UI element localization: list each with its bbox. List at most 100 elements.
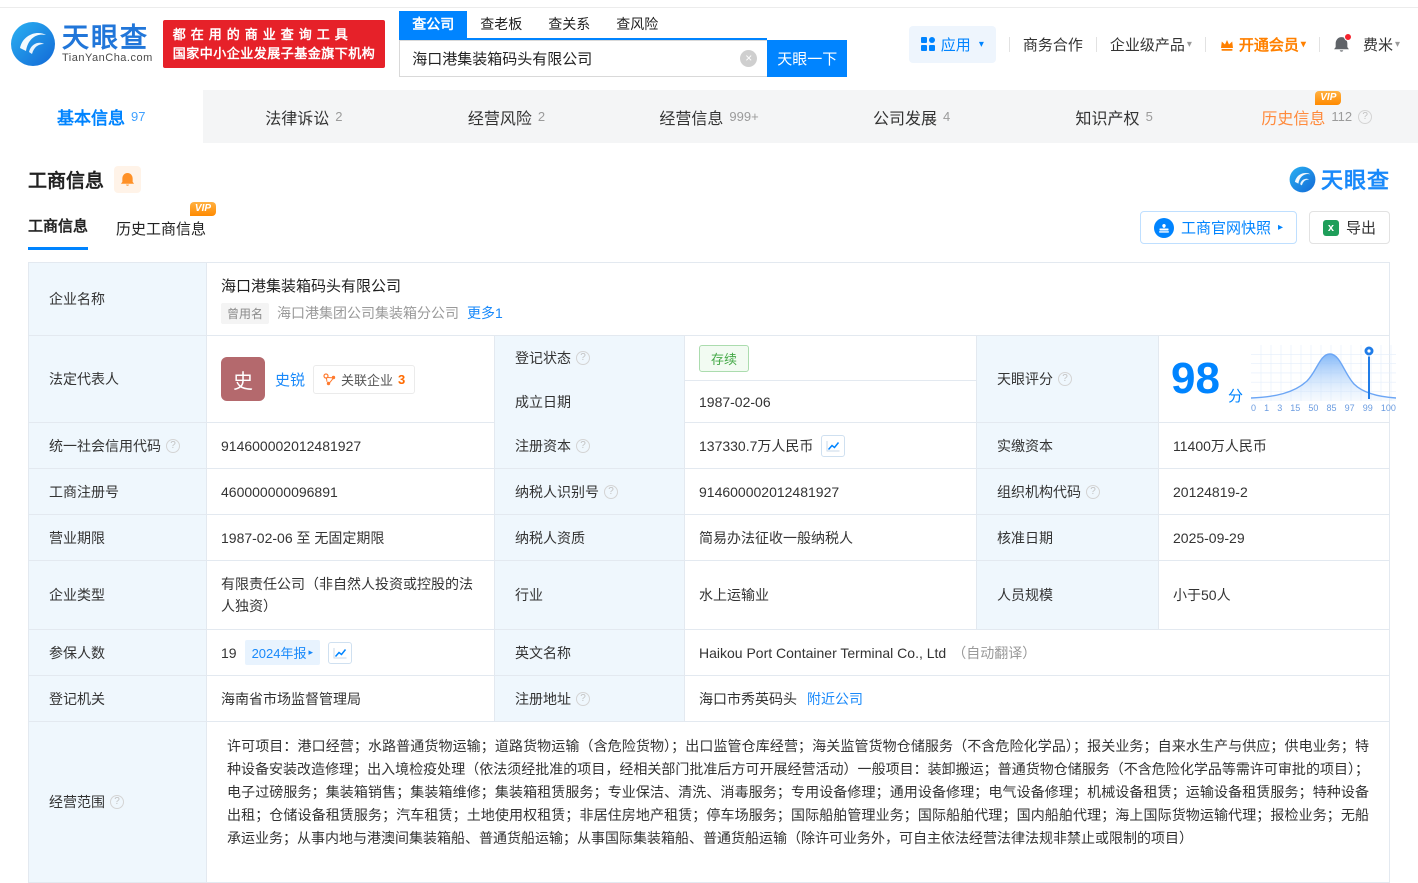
related-companies-badge[interactable]: 关联企业 3 [313,365,415,394]
official-snapshot-button[interactable]: 工商官网快照 [1140,211,1297,244]
help-icon[interactable] [576,439,590,453]
reg-status-label: 登记状态 [494,336,684,381]
brand-name: 天眼查 [62,24,153,52]
subtab-history-registration[interactable]: 历史工商信息 VIP [116,218,206,250]
help-icon[interactable] [576,351,590,365]
reg-capital-cell: 137330.7万人民币 [684,423,976,468]
tianyancha-logo-icon [1289,166,1316,193]
registry-cell: 海南省市场监督管理局 [206,676,494,721]
score-axis-labels: 0131550859799100 [1251,403,1396,413]
export-button[interactable]: 导出 [1309,211,1390,244]
tab-operation-risk[interactable]: 经营风险 2 [405,90,608,143]
help-icon[interactable] [166,439,180,453]
divider [1096,37,1097,52]
org-code-cell: 20124819-2 [1158,469,1389,514]
auto-translate-note: （自动翻译） [952,643,1036,663]
table-row: 法定代表人 史 史锐 关联企业 3 登记状态 存续 天眼评分 [29,335,1389,422]
help-icon[interactable] [604,485,618,499]
help-icon[interactable] [1058,372,1072,386]
tianyancha-logo-icon [10,21,56,67]
establish-date-value: 1987-02-06 [699,394,771,410]
industry-cell: 水上运输业 [684,561,976,629]
paid-capital-value: 11400万人民币 [1173,436,1267,456]
tab-business-info[interactable]: 经营信息 999+ [608,90,811,143]
nav-cooperation[interactable]: 商务合作 [1023,34,1083,55]
label-text: 经营范围 [49,792,105,812]
related-companies-label: 关联企业 [341,370,393,389]
help-icon[interactable] [1086,485,1100,499]
trend-chart-icon [332,646,348,660]
trend-chart-icon [825,439,841,453]
tab-legal-proceedings[interactable]: 法律诉讼 2 [203,90,406,143]
business-term-label: 营业期限 [29,515,206,560]
label-text: 纳税人识别号 [515,482,599,502]
search-tab-risk[interactable]: 查风险 [603,11,671,38]
username: 费米 [1363,34,1393,55]
help-icon[interactable] [110,795,124,809]
company-type-label: 企业类型 [29,561,206,629]
company-name-label: 企业名称 [29,263,206,335]
notifications-button[interactable] [1333,36,1350,53]
related-companies-icon [323,373,336,386]
staff-size-label: 人员规模 [976,561,1158,629]
help-icon[interactable] [1358,110,1372,124]
score-cell: 98 分 0131550859799100 [1158,336,1400,422]
help-icon[interactable] [576,692,590,706]
tab-count: 5 [1146,109,1153,124]
crown-icon [1219,37,1235,52]
nav-open-vip[interactable]: 开通会员 ▾ [1219,34,1306,55]
legal-rep-label: 法定代表人 [29,336,206,422]
tab-intellectual-property[interactable]: 知识产权 5 [1013,90,1216,143]
more-former-names-link[interactable]: 更多1 [467,303,503,323]
promo-line1: 都在用的商业查询工具 [173,25,376,44]
tab-label: 知识产权 [1076,105,1140,129]
industry-value: 水上运输业 [699,585,769,605]
search-input[interactable] [399,40,767,77]
approval-date-value: 2025-09-29 [1173,530,1245,546]
nav-apps[interactable]: 应用 ▾ [909,26,996,63]
insured-trend-button[interactable] [328,642,352,664]
tab-basic-info[interactable]: 基本信息 97 [0,90,203,143]
excel-icon [1323,220,1339,236]
search-tab-relation[interactable]: 查关系 [535,11,603,38]
annual-report-badge[interactable]: 2024年报 [245,640,320,665]
page-top-divider [0,0,1418,8]
snapshot-stamp-icon [1154,218,1174,238]
notification-dot [1344,33,1352,41]
label-text: 组织机构代码 [997,482,1081,502]
subtab-business-registration[interactable]: 工商信息 [28,215,88,250]
export-label: 导出 [1346,217,1376,238]
staff-size-cell: 小于50人 [1158,561,1389,629]
nav-enterprise[interactable]: 企业级产品 ▾ [1110,34,1192,55]
search-tab-boss[interactable]: 查老板 [467,11,535,38]
chevron-right-icon [1278,222,1283,233]
company-name-value: 海口港集装箱码头有限公司 [221,275,401,296]
establish-date-label: 成立日期 [494,379,684,424]
reg-number-label: 工商注册号 [29,469,206,514]
table-row: 营业期限 1987-02-06 至 无固定期限 纳税人资质 简易办法征收一般纳税… [29,514,1389,560]
credit-code-label: 统一社会信用代码 [29,423,206,468]
legal-rep-name-link[interactable]: 史锐 [275,369,305,390]
avatar[interactable]: 史 [221,357,265,401]
tab-history-info[interactable]: 历史信息 VIP 112 [1215,90,1418,143]
registry-value: 海南省市场监督管理局 [221,689,361,709]
capital-trend-button[interactable] [821,435,845,457]
business-term-cell: 1987-02-06 至 无固定期限 [206,515,494,560]
score-label: 天眼评分 [976,336,1158,422]
approval-date-cell: 2025-09-29 [1158,515,1389,560]
tab-company-development[interactable]: 公司发展 4 [810,90,1013,143]
status-badge: 存续 [699,345,749,372]
address-label: 注册地址 [494,676,684,721]
search-button[interactable]: 天眼一下 [767,40,847,77]
tab-label: 公司发展 [873,105,937,129]
tab-label: 基本信息 [57,104,125,129]
monitor-bell-button[interactable] [114,166,141,193]
chevron-down-icon: ▾ [1187,39,1192,50]
nearby-companies-link[interactable]: 附近公司 [807,689,863,709]
nav-user-menu[interactable]: 费米 ▾ [1363,34,1400,55]
table-row: 企业名称 海口港集装箱码头有限公司 曾用名 海口港集团公司集装箱分公司 更多1 [29,263,1389,335]
table-row: 登记机关 海南省市场监督管理局 注册地址 海口市秀英码头 附近公司 [29,675,1389,721]
tianyancha-logo[interactable]: 天眼查 TianYanCha.com [10,21,153,67]
tab-count: 112 [1331,109,1352,124]
search-tab-company[interactable]: 查公司 [399,11,467,38]
